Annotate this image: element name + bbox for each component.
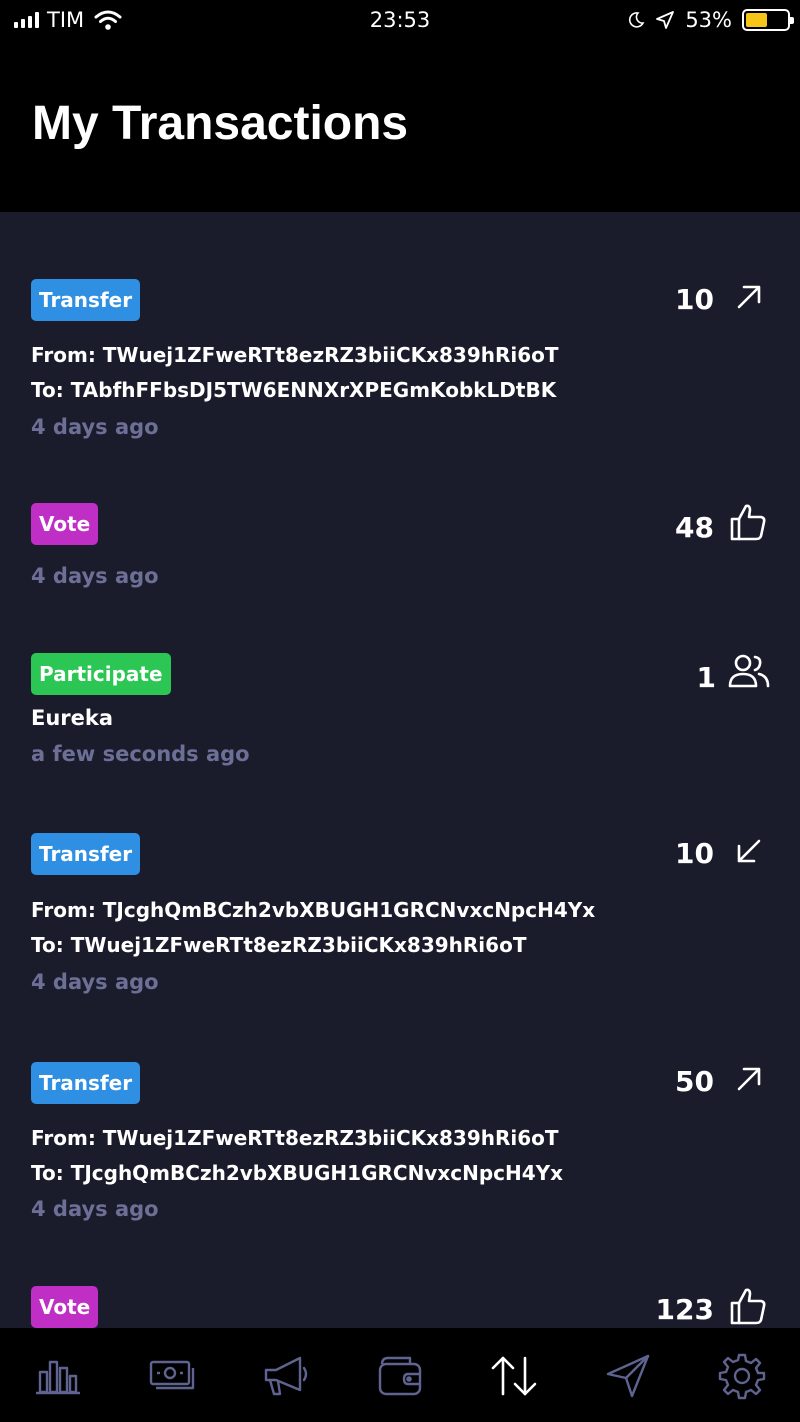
transaction-from: From: TWuej1ZFweRTt8ezRZ3biiCKx839hRi6oT [31,343,559,367]
transaction-to: To: TJcghQmBCzh2vbXBUGH1GRCNvxcNpcH4Yx [31,1161,564,1185]
transaction-time: 4 days ago [31,1197,159,1221]
transaction-time: 4 days ago [31,970,159,994]
header: My Transactions [0,40,800,212]
transaction-amount: 48 [675,511,714,544]
megaphone-icon [264,1356,308,1396]
transaction-list[interactable]: Transfer 10 From: TWuej1ZFweRTt8ezRZ3bii… [0,212,800,1328]
send-icon [606,1354,650,1398]
thumbs-up-icon [730,1288,766,1325]
transaction-item[interactable]: Participate 1 Eureka a few seconds ago [0,642,800,822]
transaction-type-badge: Transfer [31,833,141,875]
transaction-type-badge: Transfer [31,279,141,321]
money-icon [149,1360,195,1390]
tab-balance[interactable] [146,1352,198,1400]
tab-send[interactable] [602,1352,654,1400]
transaction-item[interactable]: Transfer 50 From: TWuej1ZFweRTt8ezRZ3bii… [0,1050,800,1274]
transaction-amount: 10 [675,837,714,870]
moon-icon [629,12,645,28]
tab-announcements[interactable] [260,1352,312,1400]
thumbs-up-icon [730,504,766,541]
tab-wallet[interactable] [374,1352,426,1400]
users-icon [728,654,770,688]
battery-fill [746,13,768,27]
participation-name: Eureka [31,706,114,730]
transaction-type-badge: Vote [31,503,99,545]
battery-nub [790,17,794,24]
transaction-to: To: TAbfhFFbsDJ5TW6ENNXrXPEGmKobkLDtBK [31,378,557,402]
transaction-item[interactable]: Vote 123 [0,1274,800,1328]
transaction-to: To: TWuej1ZFweRTt8ezRZ3biiCKx839hRi6oT [31,933,527,957]
bottom-tab-bar [0,1328,800,1422]
transaction-amount: 10 [675,283,714,316]
arrow-up-right-icon [737,1067,761,1091]
transaction-time: 4 days ago [31,415,159,439]
transaction-type-badge: Transfer [31,1062,141,1104]
tab-stats[interactable] [32,1352,84,1400]
transaction-type-badge: Participate [31,653,171,695]
status-right: 53% [627,6,794,34]
wallet-icon [378,1356,422,1396]
transaction-type-badge: Vote [31,1286,99,1328]
bar-chart-icon [36,1360,80,1395]
transaction-item[interactable]: Transfer 10 From: TJcghQmBCzh2vbXBUGH1GR… [0,822,800,1050]
page-title: My Transactions [32,97,409,150]
transaction-from: From: TJcghQmBCzh2vbXBUGH1GRCNvxcNpcH4Yx [31,898,596,922]
transaction-from: From: TWuej1ZFweRTt8ezRZ3biiCKx839hRi6oT [31,1126,559,1150]
transaction-amount: 1 [696,661,716,694]
location-arrow-icon [656,11,675,29]
transaction-time: 4 days ago [31,564,159,588]
tab-settings[interactable] [716,1352,768,1400]
transaction-item[interactable]: Vote 48 4 days ago [0,472,800,642]
transaction-amount: 123 [655,1293,714,1326]
transaction-time: a few seconds ago [31,742,250,766]
battery-icon [742,9,794,31]
status-bar: TIM 23:53 53% [0,0,800,40]
arrow-down-left-icon [737,839,761,863]
transaction-amount: 50 [675,1065,714,1098]
battery-percent: 53% [685,8,732,32]
arrow-up-right-icon [737,285,761,309]
tab-transactions[interactable] [488,1352,540,1400]
transactions-icon [491,1356,537,1396]
settings-gear-icon [718,1353,766,1400]
transaction-item[interactable]: Transfer 10 From: TWuej1ZFweRTt8ezRZ3bii… [0,212,800,472]
